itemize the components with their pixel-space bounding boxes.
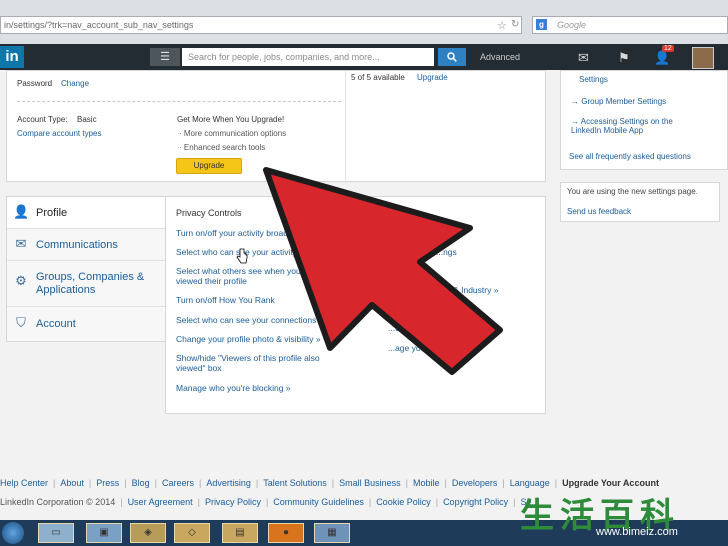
- separator: |: [435, 497, 439, 507]
- footer-link[interactable]: Advertising: [206, 478, 251, 488]
- taskbar-app-icon[interactable]: ▣: [86, 523, 122, 543]
- watermark-url: www.bimeiz.com: [596, 526, 678, 538]
- footer-link[interactable]: Developers: [452, 478, 498, 488]
- separator: |: [197, 497, 200, 507]
- separator: |: [88, 478, 92, 488]
- taskbar-app-icon[interactable]: ◈: [130, 523, 166, 543]
- start-button-icon[interactable]: [2, 522, 24, 544]
- separator: |: [124, 478, 127, 488]
- taskbar-app-icon[interactable]: ◇: [174, 523, 210, 543]
- separator: |: [331, 478, 335, 488]
- legal-link[interactable]: Community Guidelines: [273, 497, 364, 507]
- footer-link[interactable]: Press: [96, 478, 119, 488]
- separator: |: [444, 478, 447, 488]
- red-arrow-annotation: [263, 167, 503, 375]
- footer-link[interactable]: Talent Solutions: [263, 478, 327, 488]
- footer-links: Help Center | About | Press | Blog | Careers | Adv…: [0, 478, 659, 488]
- separator: |: [554, 478, 558, 488]
- separator: |: [198, 478, 202, 488]
- legal-link[interactable]: User Agreement: [128, 497, 193, 507]
- taskbar-folder-icon[interactable]: ▤: [222, 523, 258, 543]
- separator: |: [405, 478, 408, 488]
- separator: |: [154, 478, 157, 488]
- separator: |: [120, 497, 123, 507]
- separator: |: [513, 497, 516, 507]
- footer-link[interactable]: Language: [510, 478, 550, 488]
- copyright-text: LinkedIn Corporation © 2014: [0, 497, 116, 507]
- upgrade-account-link[interactable]: Upgrade Your Account: [562, 478, 659, 488]
- legal-link[interactable]: Cookie Policy: [376, 497, 431, 507]
- footer-link[interactable]: Help Center: [0, 478, 48, 488]
- separator: |: [53, 478, 56, 488]
- separator: |: [255, 478, 259, 488]
- taskbar-app-icon[interactable]: ▦: [314, 523, 350, 543]
- footer-link[interactable]: About: [60, 478, 84, 488]
- firefox-icon[interactable]: ●: [268, 523, 304, 543]
- separator: |: [265, 497, 269, 507]
- footer-link[interactable]: Mobile: [413, 478, 440, 488]
- separator: |: [368, 497, 372, 507]
- legal-link[interactable]: Privacy Policy: [205, 497, 261, 507]
- footer-legal: LinkedIn Corporation © 2014 | User Agreeme…: [0, 497, 539, 507]
- separator: |: [502, 478, 505, 488]
- footer-link[interactable]: Careers: [162, 478, 194, 488]
- footer-link[interactable]: Blog: [132, 478, 150, 488]
- legal-link[interactable]: Copyright Policy: [443, 497, 508, 507]
- taskbar-app-icon[interactable]: ▭: [38, 523, 74, 543]
- footer-link[interactable]: Small Business: [339, 478, 401, 488]
